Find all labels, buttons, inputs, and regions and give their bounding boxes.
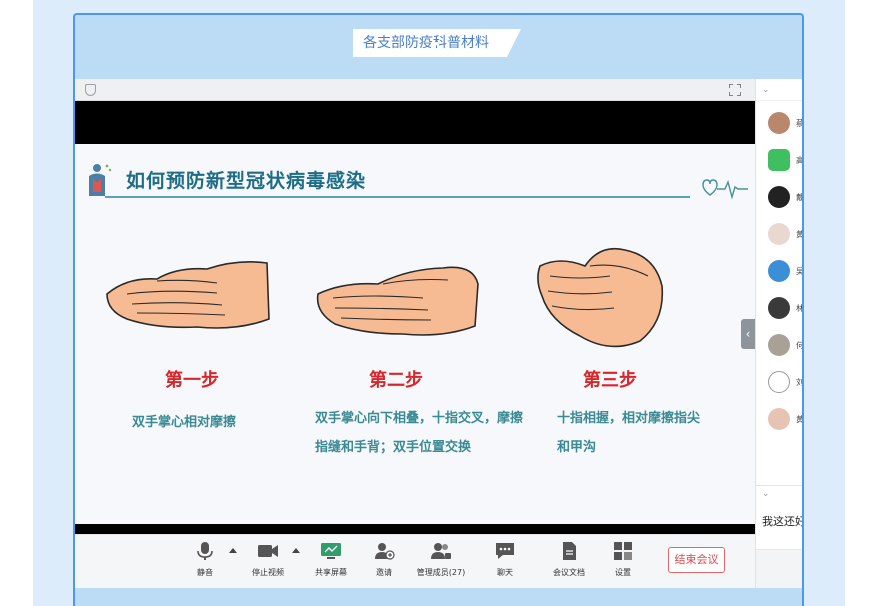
- step-three-label: 第三步: [583, 370, 637, 391]
- step-two-description: 双手掌心向下相叠，十指交叉，摩擦 指缝和手背；双手位置交换: [315, 404, 523, 462]
- mic-icon: [197, 542, 213, 560]
- human-body-icon: [89, 164, 112, 196]
- participant-label: 刘: [796, 378, 802, 387]
- step-two-desc-line-1: 双手掌心向下相叠，十指交叉，摩擦: [315, 411, 524, 426]
- fullscreen-icon[interactable]: [729, 84, 741, 96]
- step-three-description: 十指相握，相对摩擦指尖 和甲沟: [557, 404, 700, 462]
- card-title: 各支部防疫科普材料: [353, 29, 521, 57]
- step-two-label: 第二步: [369, 370, 423, 391]
- participant-label: 黄: [796, 230, 802, 239]
- heartbeat-icon: [702, 179, 748, 200]
- avatar[interactable]: [768, 112, 790, 134]
- share-screen-icon: [321, 543, 341, 559]
- hands-step-three-illustration: [537, 247, 664, 348]
- slide-title: 如何预防新型冠状病毒感染: [126, 170, 367, 192]
- meeting-toolbar: 静音 停止视频 共享屏幕 邀请 管理成员(27) 聊天 会议文档 设置 结束会议: [75, 534, 755, 588]
- avatar[interactable]: [768, 408, 790, 430]
- document-icon: [563, 542, 576, 560]
- letterbox-bottom: [75, 524, 755, 534]
- participant-label: 吴: [796, 267, 802, 276]
- chevron-down-icon[interactable]: ⌄: [762, 489, 770, 499]
- step-one-description: 双手掌心相对摩擦: [132, 408, 236, 437]
- meeting-docs-button[interactable]: 会议文档: [539, 541, 599, 578]
- step-three-desc-line-1: 十指相握，相对摩擦指尖: [557, 411, 701, 426]
- share-screen-button[interactable]: 共享屏幕: [301, 541, 361, 578]
- chat-button[interactable]: 聊天: [475, 541, 535, 578]
- meeting-screenshot: 如何预防新型冠状病毒感染 第一步 第二步 第三步 双手掌心相对摩擦 双手掌心向下…: [75, 79, 802, 588]
- stop-video-button[interactable]: 停止视频: [238, 541, 298, 578]
- participant-label: 蔡: [796, 119, 802, 128]
- avatar[interactable]: [768, 260, 790, 282]
- shield-icon[interactable]: [85, 84, 96, 96]
- chat-message: 我这还好: [762, 515, 802, 528]
- avatar[interactable]: [768, 371, 790, 393]
- mute-options-caret[interactable]: [229, 548, 237, 553]
- avatar[interactable]: [768, 297, 790, 319]
- avatar[interactable]: [768, 149, 790, 171]
- step-two-desc-line-2: 指缝和手背；双手位置交换: [315, 440, 472, 455]
- card-title-tail: [431, 42, 439, 53]
- participant-label: 何: [796, 341, 802, 350]
- step-one-desc-line: 双手掌心相对摩擦: [132, 415, 237, 430]
- chat-divider: [756, 485, 802, 486]
- mute-button[interactable]: 静音: [175, 541, 235, 578]
- hands-step-one-illustration: [106, 261, 270, 329]
- participant-label: 林: [796, 304, 802, 313]
- participant-label: 戴: [796, 193, 802, 202]
- video-icon: [258, 545, 278, 557]
- title-underline: [105, 196, 690, 198]
- end-meeting-button[interactable]: 结束会议: [668, 547, 725, 573]
- chevron-down-icon[interactable]: ⌄: [756, 79, 802, 101]
- letterbox-top: [75, 101, 755, 144]
- invite-button[interactable]: 邀请: [354, 541, 414, 578]
- chat-input-area[interactable]: [756, 549, 802, 588]
- shared-slide: 如何预防新型冠状病毒感染 第一步 第二步 第三步 双手掌心相对摩擦 双手掌心向下…: [75, 144, 755, 524]
- chat-icon: [496, 543, 514, 559]
- avatar[interactable]: [768, 223, 790, 245]
- participant-label: 高: [796, 156, 802, 165]
- meeting-topbar: [75, 79, 755, 101]
- step-one-label: 第一步: [165, 370, 219, 391]
- hands-step-two-illustration: [316, 266, 479, 336]
- video-options-caret[interactable]: [292, 548, 300, 553]
- add-user-icon: [375, 543, 395, 560]
- collapse-panel-icon[interactable]: ‹: [741, 319, 755, 349]
- avatar[interactable]: [768, 186, 790, 208]
- participants-panel: ⌄ 蔡 高 戴 黄 吴 林 何 刘 黄 ⌄ 我这还好: [755, 79, 802, 588]
- settings-icon: [614, 542, 632, 560]
- settings-button[interactable]: 设置: [593, 541, 653, 578]
- manage-members-button[interactable]: 管理成员(27): [411, 541, 471, 578]
- participant-label: 黄: [796, 415, 802, 424]
- step-three-desc-line-2: 和甲沟: [557, 440, 597, 455]
- manage-members-icon: [431, 543, 451, 559]
- avatar[interactable]: [768, 334, 790, 356]
